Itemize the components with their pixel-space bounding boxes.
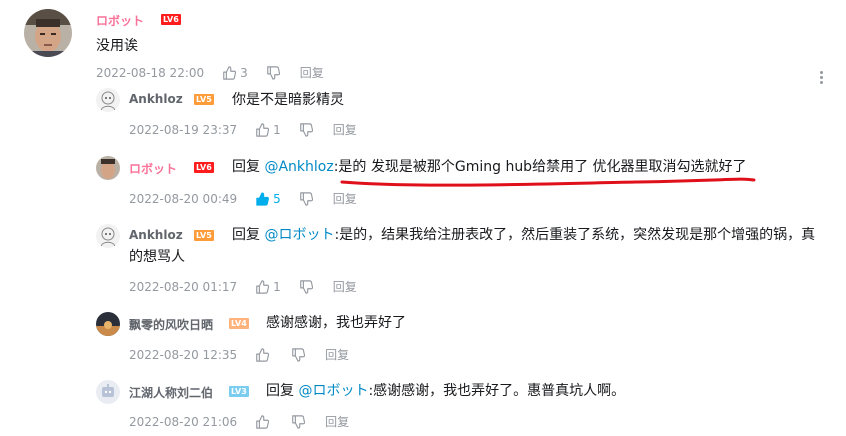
like-button[interactable] (255, 347, 273, 362)
comment-text: 回复 @ロボット:是的，结果我给注册表改了，然后重装了系统，突然发现是那个增强的… (232, 224, 815, 246)
timestamp: 2022-08-20 21:06 (129, 414, 238, 429)
reply-button[interactable]: 回复 (333, 190, 357, 207)
mention-link[interactable]: @Ankhloz (264, 159, 333, 175)
like-button[interactable]: 5 (255, 192, 281, 206)
comment-meta: 2022-08-18 22:00 3 回复 (96, 64, 324, 81)
comment-text: 没用诶 (96, 38, 138, 54)
thumbs-down-icon (299, 279, 313, 294)
comment-text-continued: 的想骂人 (129, 249, 185, 265)
avatar[interactable] (96, 156, 120, 180)
like-button[interactable] (255, 414, 273, 429)
username[interactable]: ロボット (96, 12, 144, 29)
comment-meta: 2022-08-20 21:06 回复 (129, 413, 349, 430)
comment-text: 回复 @ロボット:感谢感谢，我也弄好了。惠普真坑人啊。 (266, 380, 625, 402)
like-button[interactable]: 1 (255, 280, 281, 294)
avatar[interactable] (96, 224, 120, 248)
level-badge: LV6 (194, 162, 214, 173)
thumbs-up-icon (256, 279, 270, 294)
comment-meta: 2022-08-20 12:35 回复 (129, 346, 349, 363)
dislike-button[interactable] (291, 414, 306, 429)
reply-button[interactable]: 回复 (325, 413, 349, 430)
like-button[interactable]: 1 (255, 123, 281, 137)
thumbs-down-icon (299, 122, 313, 137)
level-badge: LV3 (229, 386, 249, 397)
red-annotation-underline (340, 177, 756, 187)
dislike-button[interactable] (266, 65, 280, 80)
level-badge: LV5 (194, 94, 214, 105)
thumbs-down-icon (292, 414, 306, 429)
username[interactable]: 飘零的风吹日晒 (129, 316, 213, 333)
dislike-button[interactable] (299, 122, 313, 137)
timestamp: 2022-08-20 00:49 (129, 191, 238, 206)
like-button[interactable]: 3 (222, 66, 248, 80)
level-badge: LV5 (194, 230, 214, 241)
thumbs-down-icon (266, 65, 280, 80)
reply-button[interactable]: 回复 (325, 346, 349, 363)
reply-button[interactable]: 回复 (333, 121, 357, 138)
like-count: 5 (273, 191, 281, 206)
dislike-button[interactable] (291, 347, 306, 362)
avatar[interactable] (96, 312, 120, 336)
thumbs-down-icon (292, 347, 306, 362)
reply-button[interactable]: 回复 (300, 64, 324, 81)
thumbs-down-icon (299, 191, 313, 206)
timestamp: 2022-08-20 01:17 (129, 279, 238, 294)
username[interactable]: 江湖人称刘二伯 (129, 384, 213, 401)
thumbs-up-icon (223, 65, 237, 80)
comment-meta: 2022-08-20 01:17 1 回复 (129, 278, 357, 295)
reply-prefix: 回复 (232, 159, 265, 175)
comment-meta: 2022-08-20 00:49 5 回复 (129, 190, 357, 207)
timestamp: 2022-08-20 12:35 (129, 347, 238, 362)
timestamp: 2022-08-18 22:00 (96, 65, 205, 80)
dislike-button[interactable] (299, 191, 313, 206)
avatar[interactable] (96, 380, 120, 404)
mention-link[interactable]: @ロボット (298, 383, 368, 399)
avatar[interactable] (96, 88, 120, 112)
comment-meta: 2022-08-19 23:37 1 回复 (129, 121, 357, 138)
level-badge: LV6 (161, 14, 181, 25)
comment-text: 你是不是暗影精灵 (232, 92, 344, 108)
comment-body: :感谢感谢，我也弄好了。惠普真坑人啊。 (368, 383, 626, 399)
avatar[interactable] (24, 9, 72, 57)
thumbs-up-icon (256, 122, 270, 137)
comment-text: 感谢感谢，我也弄好了 (266, 315, 406, 331)
username[interactable]: ロボット (129, 160, 177, 177)
like-count: 3 (240, 65, 248, 80)
like-count: 1 (273, 122, 281, 137)
username[interactable]: Ankhloz (129, 92, 183, 106)
username[interactable]: Ankhloz (129, 228, 183, 242)
thumbs-up-icon (256, 191, 270, 206)
more-icon[interactable] (818, 69, 824, 87)
level-badge: LV4 (229, 318, 249, 329)
timestamp: 2022-08-19 23:37 (129, 122, 238, 137)
dislike-button[interactable] (299, 279, 313, 294)
like-count: 1 (273, 279, 281, 294)
thumbs-up-icon (256, 414, 270, 429)
thumbs-up-icon (256, 347, 270, 362)
reply-button[interactable]: 回复 (333, 278, 357, 295)
mention-link[interactable]: @ロボット (264, 227, 334, 243)
comment-body: :是的，结果我给注册表改了，然后重装了系统，突然发现是那个增强的锅，真 (334, 227, 816, 243)
reply-prefix: 回复 (266, 383, 299, 399)
reply-prefix: 回复 (232, 227, 265, 243)
